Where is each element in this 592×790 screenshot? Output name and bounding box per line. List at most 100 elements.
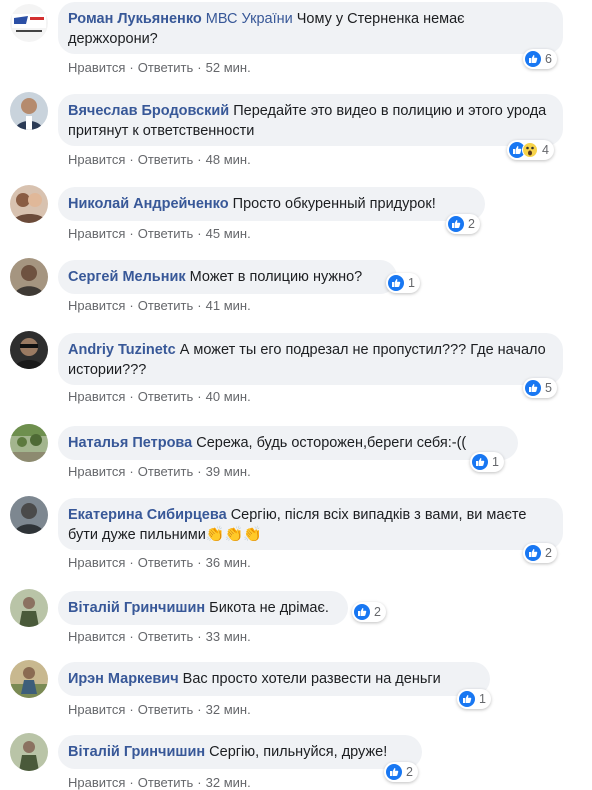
avatar[interactable] bbox=[10, 331, 48, 369]
comment-author[interactable]: Вячеслав Бродовский bbox=[68, 103, 229, 119]
reply-link[interactable]: Ответить bbox=[138, 775, 194, 790]
comment-bubble: Ирэн Маркевич Вас просто хотели развести… bbox=[58, 662, 490, 696]
reply-link[interactable]: Ответить bbox=[138, 389, 194, 404]
comment-actions: Нравится · Ответить · 32 мин. bbox=[68, 702, 251, 717]
comment-actions: Нравится · Ответить · 33 мин. bbox=[68, 629, 251, 644]
comment-text: Вас просто хотели развести на деньги bbox=[182, 671, 441, 687]
like-icon bbox=[386, 764, 402, 780]
timestamp[interactable]: 40 мин. bbox=[206, 389, 251, 404]
like-link[interactable]: Нравится bbox=[68, 775, 125, 790]
comment-text: Сережа, будь осторожен,береги себя:-(( bbox=[196, 435, 467, 451]
timestamp[interactable]: 33 мин. bbox=[206, 629, 251, 644]
comment-text: Просто обкуренный придурок! bbox=[232, 196, 436, 212]
comment-author[interactable]: Віталій Гринчишин bbox=[68, 600, 205, 616]
reaction-count: 1 bbox=[408, 276, 415, 290]
reply-link[interactable]: Ответить bbox=[138, 152, 194, 167]
reactions-summary[interactable]: 2 bbox=[523, 543, 557, 563]
comment-actions: Нравится · Ответить · 39 мин. bbox=[68, 464, 251, 479]
like-link[interactable]: Нравится bbox=[68, 464, 125, 479]
reply-link[interactable]: Ответить bbox=[138, 226, 194, 241]
comment-actions: Нравится · Ответить · 40 мин. bbox=[68, 389, 251, 404]
reply-link[interactable]: Ответить bbox=[138, 298, 194, 313]
reaction-count: 2 bbox=[545, 546, 552, 560]
comment-bubble: Віталій Гринчишин Сергію, пильнуйся, дру… bbox=[58, 735, 422, 769]
comment-author[interactable]: Николай Андрейченко bbox=[68, 196, 229, 212]
timestamp[interactable]: 52 мин. bbox=[206, 60, 251, 75]
reaction-count: 6 bbox=[545, 52, 552, 66]
comment-author[interactable]: Andriy Tuzinetc bbox=[68, 342, 176, 358]
reactions-summary[interactable]: 2 bbox=[384, 762, 418, 782]
avatar[interactable] bbox=[10, 185, 48, 223]
reaction-count: 4 bbox=[542, 143, 549, 157]
avatar[interactable] bbox=[10, 92, 48, 130]
like-link[interactable]: Нравится bbox=[68, 298, 125, 313]
like-icon bbox=[354, 604, 370, 620]
like-link[interactable]: Нравится bbox=[68, 226, 125, 241]
like-link[interactable]: Нравится bbox=[68, 702, 125, 717]
comment-text: Бикота не дрімає. bbox=[209, 600, 329, 616]
timestamp[interactable]: 32 мин. bbox=[206, 702, 251, 717]
comment-bubble: Николай Андрейченко Просто обкуренный пр… bbox=[58, 187, 485, 221]
avatar[interactable] bbox=[10, 4, 48, 42]
comment-author[interactable]: Наталья Петрова bbox=[68, 435, 192, 451]
timestamp[interactable]: 45 мин. bbox=[206, 226, 251, 241]
reaction-count: 2 bbox=[468, 217, 475, 231]
avatar[interactable] bbox=[10, 496, 48, 534]
comment-bubble: Вячеслав Бродовский Передайте это видео … bbox=[58, 94, 563, 146]
like-icon bbox=[459, 691, 475, 707]
timestamp[interactable]: 36 мин. bbox=[206, 555, 251, 570]
reactions-summary[interactable]: 5 bbox=[523, 378, 557, 398]
comment-bubble: Сергей Мельник Может в полицию нужно? bbox=[58, 260, 397, 294]
reactions-summary[interactable]: 4 bbox=[507, 140, 554, 160]
avatar[interactable] bbox=[10, 733, 48, 771]
comment-bubble: Наталья Петрова Сережа, будь осторожен,б… bbox=[58, 426, 518, 460]
reactions-summary[interactable]: 1 bbox=[457, 689, 491, 709]
comment-bubble: Віталій Гринчишин Бикота не дрімає. bbox=[58, 591, 348, 625]
comment-actions: Нравится · Ответить · 32 мин. bbox=[68, 775, 251, 790]
comment-bubble: Andriy Tuzinetc А может ты его подрезал … bbox=[58, 333, 563, 385]
like-link[interactable]: Нравится bbox=[68, 60, 125, 75]
wow-icon bbox=[522, 142, 538, 158]
comment-text: Может в полицию нужно? bbox=[189, 269, 363, 285]
comment-author[interactable]: Екатерина Сибирцева bbox=[68, 507, 227, 523]
like-icon bbox=[525, 380, 541, 396]
comment-author[interactable]: Ирэн Маркевич bbox=[68, 671, 179, 687]
timestamp[interactable]: 39 мин. bbox=[206, 464, 251, 479]
like-icon bbox=[525, 545, 541, 561]
avatar[interactable] bbox=[10, 258, 48, 296]
comment-actions: Нравится · Ответить · 36 мин. bbox=[68, 555, 251, 570]
like-link[interactable]: Нравится bbox=[68, 555, 125, 570]
comment-author[interactable]: Віталій Гринчишин bbox=[68, 744, 205, 760]
like-icon bbox=[448, 216, 464, 232]
like-link[interactable]: Нравится bbox=[68, 152, 125, 167]
timestamp[interactable]: 32 мин. bbox=[206, 775, 251, 790]
avatar[interactable] bbox=[10, 589, 48, 627]
like-icon bbox=[472, 454, 488, 470]
reactions-summary[interactable]: 2 bbox=[446, 214, 480, 234]
reactions-summary[interactable]: 2 bbox=[352, 602, 386, 622]
avatar[interactable] bbox=[10, 424, 48, 462]
avatar[interactable] bbox=[10, 660, 48, 698]
reply-link[interactable]: Ответить bbox=[138, 60, 194, 75]
comment-author[interactable]: Роман Лукьяненко bbox=[68, 11, 202, 27]
reply-link[interactable]: Ответить bbox=[138, 464, 194, 479]
timestamp[interactable]: 41 мин. bbox=[206, 298, 251, 313]
reply-link[interactable]: Ответить bbox=[138, 555, 194, 570]
comment-author[interactable]: Сергей Мельник bbox=[68, 269, 186, 285]
reaction-count: 2 bbox=[406, 765, 413, 779]
reply-link[interactable]: Ответить bbox=[138, 702, 194, 717]
clap-emoji: 👏👏👏 bbox=[205, 526, 262, 543]
like-link[interactable]: Нравится bbox=[68, 629, 125, 644]
reactions-summary[interactable]: 6 bbox=[523, 49, 557, 69]
comment-bubble: Роман Лукьяненко МВС України Чому у Стер… bbox=[58, 2, 563, 54]
comment-text: Сергію, пильнуйся, друже! bbox=[209, 744, 388, 760]
reactions-summary[interactable]: 1 bbox=[386, 273, 420, 293]
reply-link[interactable]: Ответить bbox=[138, 629, 194, 644]
like-link[interactable]: Нравится bbox=[68, 389, 125, 404]
reactions-summary[interactable]: 1 bbox=[470, 452, 504, 472]
comment-bubble: Екатерина Сибирцева Сергію, після всіх в… bbox=[58, 498, 563, 550]
reaction-count: 2 bbox=[374, 605, 381, 619]
reaction-count: 5 bbox=[545, 381, 552, 395]
mentioned-page[interactable]: МВС України bbox=[206, 11, 293, 27]
timestamp[interactable]: 48 мин. bbox=[206, 152, 251, 167]
